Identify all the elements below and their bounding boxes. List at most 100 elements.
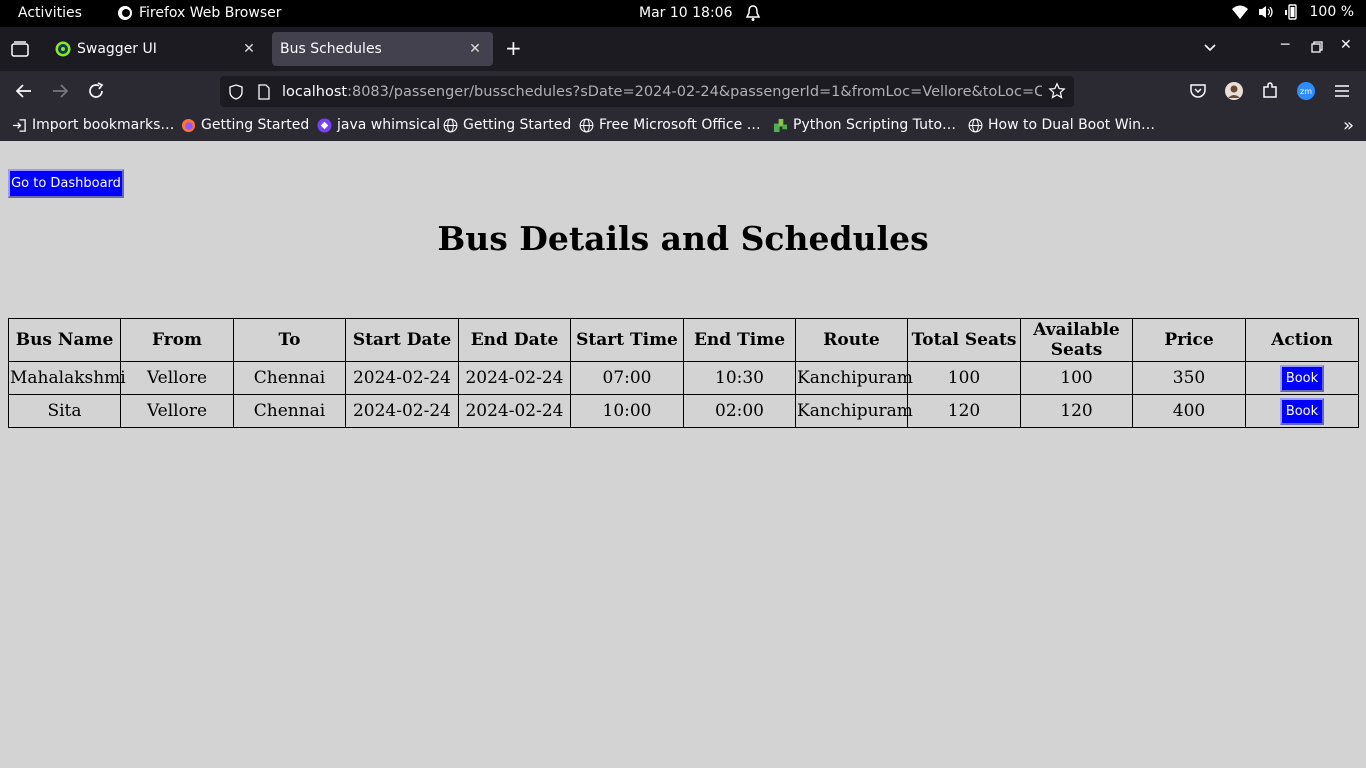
tab-strip: Swagger UI ✕ Bus Schedules ✕ + ─ ✕ xyxy=(0,27,1366,71)
page-title: Bus Details and Schedules xyxy=(437,219,929,258)
pocket-icon[interactable] xyxy=(1188,81,1208,101)
extensions-icon[interactable] xyxy=(1260,81,1280,101)
bookmark-label: Import bookmarks… xyxy=(32,117,175,133)
swagger-icon xyxy=(55,41,71,57)
cell-end-date: 2024-02-24 xyxy=(458,394,571,428)
cell-available-seats: 120 xyxy=(1020,394,1133,428)
cell-route: Kanchipuram xyxy=(795,394,913,428)
bookmark-label: How to Dual Boot Win… xyxy=(988,117,1156,133)
python-icon xyxy=(773,118,788,132)
shield-icon[interactable] xyxy=(228,83,244,100)
cell-price: 350 xyxy=(1132,361,1246,395)
more-bookmarks-chevron-icon[interactable]: » xyxy=(1343,115,1354,136)
column-header-start-date: Start Date xyxy=(345,318,459,362)
forward-icon[interactable] xyxy=(50,81,70,101)
cell-bus-name: Sita xyxy=(8,394,121,428)
table-row: Sita Vellore Chennai 2024-02-24 2024-02-… xyxy=(8,394,1359,428)
column-header-route: Route xyxy=(795,318,908,362)
bookmark-getting-started-firefox[interactable]: Getting Started xyxy=(181,117,309,133)
globe-icon xyxy=(443,118,458,132)
url-text[interactable]: localhost:8083/passenger/busschedules?sD… xyxy=(282,84,1042,100)
globe-icon xyxy=(968,118,983,132)
cell-start-time: 10:00 xyxy=(570,394,684,428)
bookmark-label: java whimsical xyxy=(337,117,440,133)
navigation-bar: localhost:8083/passenger/busschedules?sD… xyxy=(0,71,1366,111)
book-button[interactable]: Book xyxy=(1279,364,1325,392)
tab-title: Swagger UI xyxy=(77,41,157,57)
column-header-end-date: End Date xyxy=(458,318,571,362)
cell-route: Kanchipuram xyxy=(795,361,913,395)
hamburger-menu-icon[interactable] xyxy=(1332,81,1352,101)
activities-button[interactable]: Activities xyxy=(18,5,82,21)
account-avatar-icon[interactable] xyxy=(1224,81,1244,101)
bookmark-dual-boot[interactable]: How to Dual Boot Win… xyxy=(968,117,1155,133)
firefox-view-icon[interactable] xyxy=(10,39,30,59)
table-row: Mahalakshmi Vellore Chennai 2024-02-24 2… xyxy=(8,361,1359,395)
minimize-icon[interactable]: ─ xyxy=(1281,37,1289,53)
tab-title: Bus Schedules xyxy=(280,41,382,57)
battery-percent: 100 % xyxy=(1309,4,1354,20)
table-header-row: Bus Name From To Start Date End Date Sta… xyxy=(8,318,1359,362)
page-content: Go to Dashboard Bus Details and Schedule… xyxy=(0,141,1366,768)
bookmark-getting-started[interactable]: Getting Started xyxy=(443,117,571,133)
tab-swagger-ui[interactable]: Swagger UI ✕ xyxy=(45,32,267,66)
app-name: Firefox Web Browser xyxy=(139,5,282,21)
cell-to: Chennai xyxy=(233,394,346,428)
cell-end-time: 10:30 xyxy=(683,361,796,395)
back-icon[interactable] xyxy=(14,81,34,101)
column-header-price: Price xyxy=(1132,318,1246,362)
reload-icon[interactable] xyxy=(86,81,106,101)
url-bar[interactable]: localhost:8083/passenger/busschedules?sD… xyxy=(220,76,1074,107)
bus-schedule-table: Bus Name From To Start Date End Date Sta… xyxy=(8,318,1359,428)
cell-action: Book xyxy=(1245,394,1359,428)
cell-end-time: 02:00 xyxy=(683,394,796,428)
url-host: localhost xyxy=(282,83,348,100)
column-header-total-seats: Total Seats xyxy=(907,318,1021,362)
column-header-end-time: End Time xyxy=(683,318,796,362)
cell-bus-name: Mahalakshmi xyxy=(8,361,126,395)
column-header-start-time: Start Time xyxy=(570,318,684,362)
cell-total-seats: 100 xyxy=(907,361,1021,395)
column-header-action: Action xyxy=(1245,318,1359,362)
book-button[interactable]: Book xyxy=(1279,397,1325,425)
wifi-icon xyxy=(1231,5,1248,19)
go-to-dashboard-button[interactable]: Go to Dashboard xyxy=(8,169,124,198)
bookmark-label: Python Scripting Tuto… xyxy=(793,117,957,133)
bookmark-python-scripting[interactable]: Python Scripting Tuto… xyxy=(773,117,956,133)
page-icon[interactable] xyxy=(256,83,272,100)
tab-bus-schedules[interactable]: Bus Schedules ✕ xyxy=(272,32,493,66)
bookmarks-toolbar: Import bookmarks… Getting Started java w… xyxy=(0,111,1366,141)
cell-start-date: 2024-02-24 xyxy=(345,394,459,428)
column-header-to: To xyxy=(233,318,346,362)
close-tab-icon[interactable]: ✕ xyxy=(239,41,259,57)
bookmark-star-icon[interactable] xyxy=(1048,82,1066,100)
chevron-down-icon[interactable] xyxy=(1202,39,1218,55)
cell-price: 400 xyxy=(1132,394,1246,428)
system-top-bar: Activities Firefox Web Browser Mar 10 18… xyxy=(0,0,1366,27)
cell-action: Book xyxy=(1245,361,1359,395)
bookmark-label: Getting Started xyxy=(201,117,310,133)
app-menu[interactable]: Firefox Web Browser xyxy=(117,5,282,21)
column-header-from: From xyxy=(120,318,234,362)
bookmark-free-microsoft-office[interactable]: Free Microsoft Office … xyxy=(579,117,761,133)
svg-text:zm: zm xyxy=(1300,87,1312,96)
zoom-extension-icon[interactable]: zm xyxy=(1296,81,1316,101)
import-icon xyxy=(12,118,26,132)
cell-end-date: 2024-02-24 xyxy=(458,361,571,395)
cell-available-seats: 100 xyxy=(1020,361,1133,395)
new-tab-icon[interactable]: + xyxy=(505,38,522,58)
close-tab-icon[interactable]: ✕ xyxy=(465,41,485,57)
column-header-available-seats: Available Seats xyxy=(1020,318,1133,362)
cell-from: Vellore xyxy=(120,394,234,428)
column-header-bus-name: Bus Name xyxy=(8,318,121,362)
close-window-icon[interactable]: ✕ xyxy=(1340,37,1352,53)
bookmark-java-whimsical[interactable]: java whimsical xyxy=(317,117,440,133)
firefox-icon xyxy=(181,118,196,132)
restore-icon[interactable] xyxy=(1311,41,1323,53)
cell-from: Vellore xyxy=(120,361,234,395)
system-tray[interactable]: 100 % xyxy=(1231,4,1354,20)
globe-icon xyxy=(579,118,594,132)
bookmark-import[interactable]: Import bookmarks… xyxy=(12,117,174,133)
cell-total-seats: 120 xyxy=(907,394,1021,428)
clock[interactable]: Mar 10 18:06 xyxy=(639,5,732,21)
